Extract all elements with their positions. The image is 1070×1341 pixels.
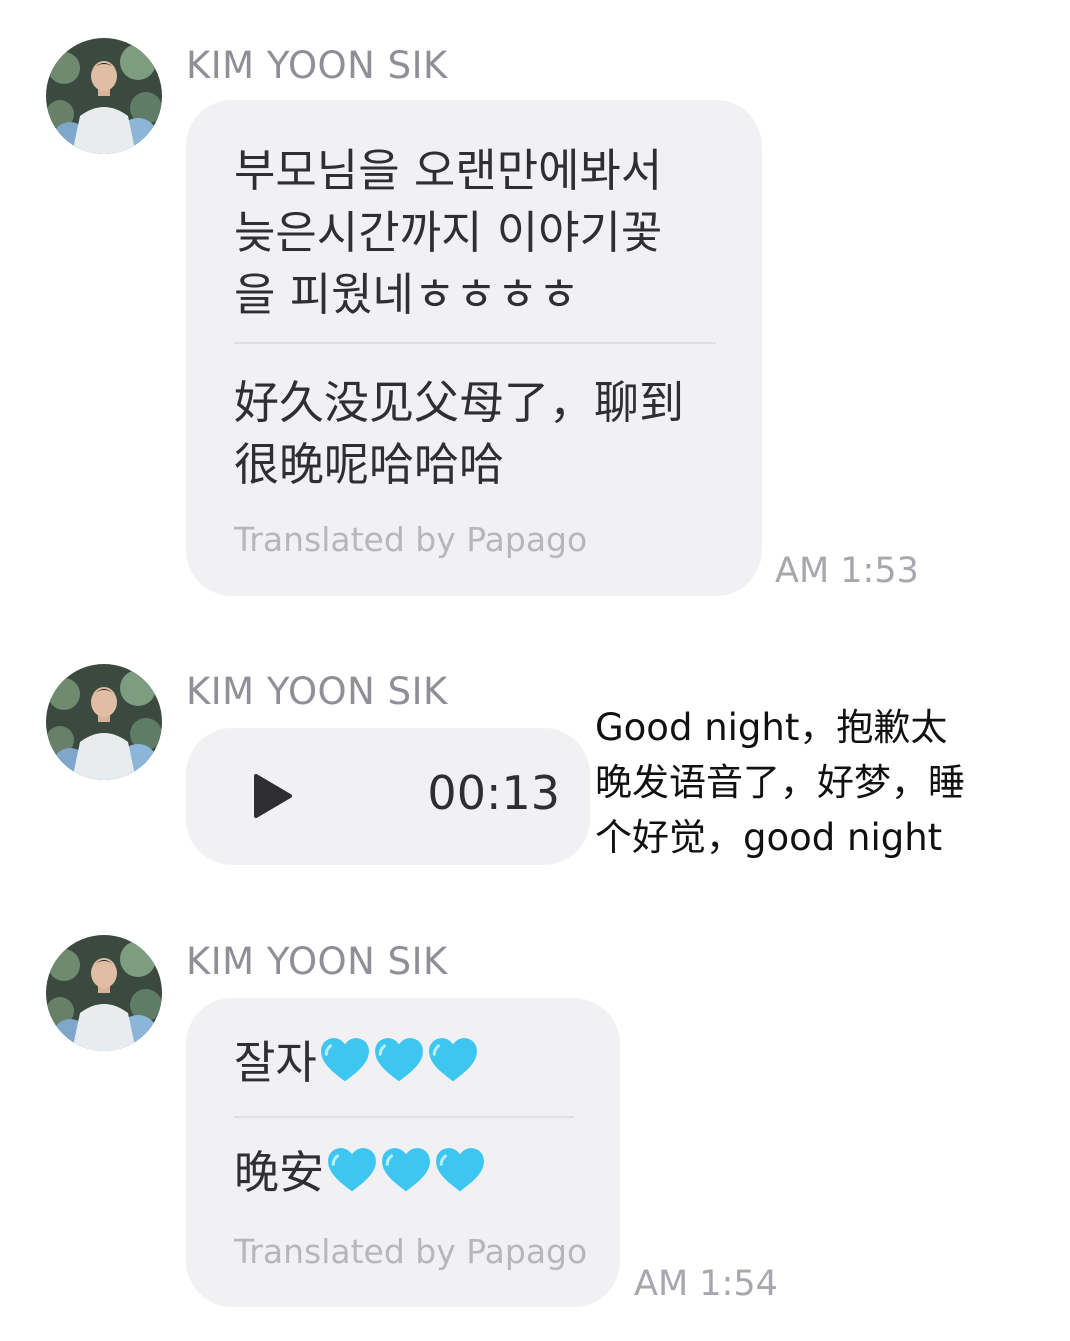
voice-message-bubble[interactable]: 00:13: [186, 728, 590, 865]
original-message-line: 잘자: [234, 1032, 479, 1094]
original-message-text: 잘자: [234, 1036, 317, 1089]
message-bubble[interactable]: 부모님을 오랜만에봐서 늦은시간까지 이야기꽃 을 피웠네ㅎㅎㅎㅎ 好久没见父母…: [186, 100, 762, 596]
original-message-text: 부모님을 오랜만에봐서 늦은시간까지 이야기꽃 을 피웠네ㅎㅎㅎㅎ: [234, 144, 663, 321]
blue-heart-icon: [373, 1036, 425, 1084]
message-timestamp: AM 1:53: [775, 551, 919, 591]
message-bubble[interactable]: 잘자 晚安 Translated by Papago: [186, 998, 620, 1307]
sender-avatar[interactable]: [46, 935, 162, 1051]
blue-heart-icon: [380, 1146, 432, 1194]
translation-divider: [234, 342, 716, 344]
translated-message-line: 晚安: [234, 1142, 486, 1204]
sender-avatar[interactable]: [46, 38, 162, 154]
translation-divider: [234, 1116, 574, 1118]
translated-message-text: 好久没见父母了，聊到 很晚呢哈哈哈: [234, 376, 685, 491]
blue-heart-icon: [434, 1146, 486, 1194]
voice-duration: 00:13: [427, 766, 560, 820]
sender-name: KIM YOON SIK: [186, 44, 448, 87]
translation-credit: Translated by Papago: [234, 1232, 588, 1271]
translated-message-text: 晚安: [234, 1146, 325, 1199]
blue-heart-icon: [326, 1146, 378, 1194]
blue-heart-icon: [319, 1036, 371, 1084]
translation-credit: Translated by Papago: [234, 520, 588, 559]
sender-avatar[interactable]: [46, 664, 162, 780]
blue-heart-icon: [427, 1036, 479, 1084]
sender-name: KIM YOON SIK: [186, 670, 448, 713]
message-timestamp: AM 1:54: [634, 1264, 778, 1304]
translation-note: Good night，抱歉太 晚发语音了，好梦，睡 个好觉，good night: [595, 706, 965, 859]
play-icon[interactable]: [248, 772, 296, 820]
sender-name: KIM YOON SIK: [186, 940, 448, 983]
